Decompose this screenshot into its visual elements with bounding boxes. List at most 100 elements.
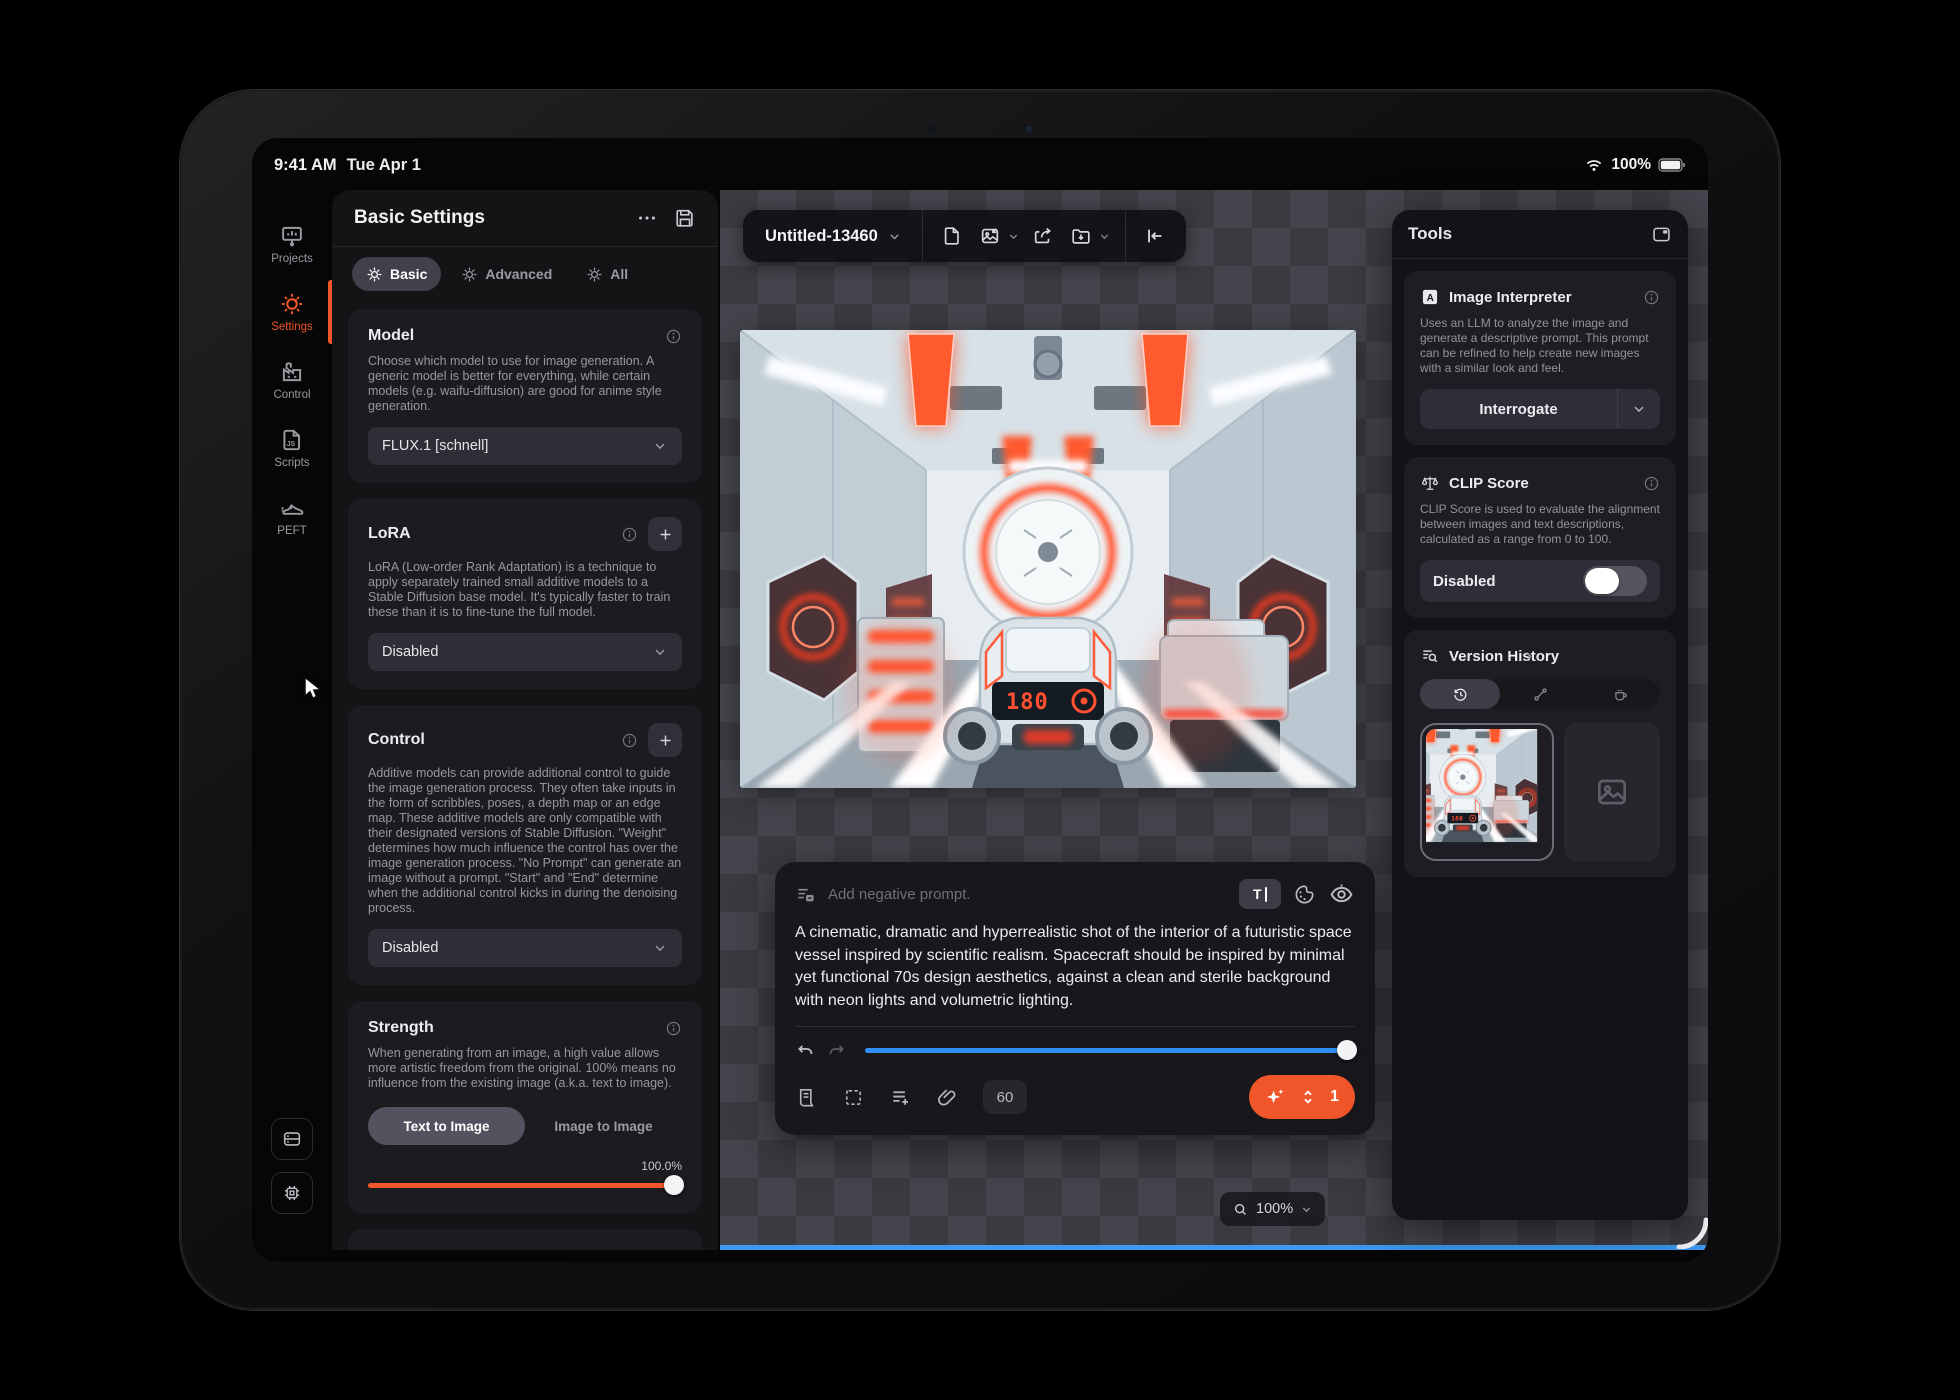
tab-all[interactable]: All [572, 257, 642, 291]
lora-title: LoRA [368, 525, 611, 543]
coffee-tab[interactable] [1580, 679, 1660, 709]
device-compute-button[interactable] [271, 1172, 313, 1214]
more-options-button[interactable] [636, 207, 658, 229]
vision-preview-button[interactable] [1328, 881, 1355, 908]
generated-image[interactable] [740, 330, 1356, 788]
version-history-expand-button[interactable] [1521, 649, 1536, 664]
document-title-menu[interactable]: Untitled-13460 [757, 227, 910, 246]
model-title: Model [368, 327, 655, 345]
share-button[interactable] [1026, 219, 1060, 253]
sidebar-item-settings[interactable]: Settings [252, 284, 332, 340]
collapse-panel-button[interactable] [1138, 219, 1172, 253]
save-menu-chevron[interactable] [1098, 230, 1111, 243]
info-icon [665, 1020, 682, 1037]
new-document-button[interactable] [935, 219, 969, 253]
redo-icon [826, 1040, 847, 1061]
undo-button[interactable] [795, 1040, 816, 1061]
settings-scroll-area[interactable]: Model Choose which model to use for imag… [332, 305, 718, 1250]
attach-button[interactable] [936, 1086, 959, 1109]
chip-icon [281, 1182, 303, 1204]
magnifier-icon [1232, 1201, 1249, 1218]
batch-stepper-icon[interactable] [1298, 1087, 1318, 1107]
sidebar-item-scripts[interactable]: Scripts [252, 420, 332, 476]
guidance-slider-thumb[interactable] [1337, 1040, 1357, 1060]
negative-prompt-input[interactable]: Add negative prompt. [828, 886, 1227, 903]
mode-text-to-image[interactable]: Text to Image [368, 1107, 525, 1145]
control-factory-icon [279, 359, 305, 385]
chevron-down-icon [887, 229, 902, 244]
lora-dropdown[interactable]: Disabled [368, 633, 682, 671]
next-settings-card-clipped [348, 1229, 702, 1250]
folder-download-icon [1070, 225, 1092, 247]
canvas-selection-button[interactable] [842, 1086, 865, 1109]
tab-advanced[interactable]: Advanced [447, 257, 566, 291]
control-info-button[interactable] [621, 732, 638, 749]
save-to-files-button[interactable] [1064, 219, 1098, 253]
new-document-icon [941, 225, 963, 247]
add-to-queue-button[interactable] [889, 1086, 912, 1109]
clip-score-toggle[interactable] [1583, 566, 1647, 596]
version-history-card: Version History [1404, 630, 1676, 877]
strength-slider-thumb[interactable] [664, 1175, 684, 1195]
clip-score-info-button[interactable] [1643, 475, 1660, 492]
mode-image-to-image[interactable]: Image to Image [525, 1107, 682, 1145]
steps-value-field[interactable]: 60 [983, 1080, 1027, 1114]
basic-settings-panel: Basic Settings Basic [332, 190, 718, 1250]
machine-settings-button[interactable] [271, 1118, 313, 1160]
generation-progress-bar [720, 1245, 1708, 1250]
ti-glyph: T [1253, 886, 1262, 902]
version-history-icon [1420, 646, 1440, 666]
strength-info-button[interactable] [665, 1020, 682, 1037]
image-interpreter-description: Uses an LLM to analyze the image and gen… [1420, 316, 1660, 376]
image-import-menu-chevron[interactable] [1007, 230, 1020, 243]
redo-button[interactable] [826, 1040, 847, 1061]
settings-gear-icon [279, 291, 305, 317]
info-icon [1643, 289, 1660, 306]
save-settings-button[interactable] [674, 207, 696, 229]
history-tab[interactable] [1420, 679, 1500, 709]
version-thumbnail-empty[interactable] [1564, 723, 1660, 861]
model-info-button[interactable] [665, 328, 682, 345]
generate-button[interactable]: 1 [1249, 1075, 1355, 1119]
settings-header: Basic Settings [332, 190, 718, 246]
interrogate-button[interactable]: Interrogate [1420, 389, 1617, 429]
lora-info-button[interactable] [621, 526, 638, 543]
zoom-control[interactable]: 100% [1220, 1192, 1325, 1226]
ocr-a-icon [1420, 287, 1440, 307]
branches-tab[interactable] [1500, 679, 1580, 709]
collapse-left-icon [1144, 225, 1166, 247]
toggle-tools-panel-button[interactable] [1651, 224, 1672, 245]
divider [1392, 258, 1688, 259]
style-palette-button[interactable] [1293, 883, 1316, 906]
sidebar-item-projects[interactable]: Projects [252, 216, 332, 272]
strength-slider[interactable] [368, 1175, 682, 1195]
model-dropdown[interactable]: FLUX.1 [schnell] [368, 427, 682, 465]
info-icon [621, 526, 638, 543]
version-thumbnail-selected[interactable] [1420, 723, 1554, 861]
add-control-button[interactable] [648, 723, 682, 757]
prompt-history-button[interactable] [795, 1086, 818, 1109]
text-token-button[interactable]: T [1239, 879, 1281, 909]
share-icon [1032, 225, 1054, 247]
toolbar-divider [1125, 210, 1126, 262]
image-interpreter-info-button[interactable] [1643, 289, 1660, 306]
add-lora-button[interactable] [648, 517, 682, 551]
import-image-button[interactable] [973, 219, 1007, 253]
tab-basic[interactable]: Basic [352, 257, 441, 291]
sidebar-item-control[interactable]: Control [252, 352, 332, 408]
mouse-cursor [303, 676, 325, 701]
interrogate-menu-button[interactable] [1618, 389, 1660, 429]
sidebar-item-peft[interactable]: PEFT [252, 488, 332, 544]
strength-title: Strength [368, 1019, 655, 1037]
ti-cursor-bar [1265, 887, 1268, 902]
undo-icon [795, 1040, 816, 1061]
document-toolbar: Untitled-13460 [743, 210, 1186, 262]
status-bar: 9:41 AM Tue Apr 1 100% [252, 152, 1708, 178]
panel-toggle-icon [1651, 224, 1672, 245]
prompt-text-input[interactable]: A cinematic, dramatic and hyperrealistic… [795, 922, 1355, 1012]
ipad-device-frame: 9:41 AM Tue Apr 1 100% Projects [180, 90, 1780, 1310]
model-card: Model Choose which model to use for imag… [348, 309, 702, 483]
chevron-down-icon [652, 940, 668, 956]
guidance-slider[interactable] [865, 1040, 1355, 1060]
control-dropdown[interactable]: Disabled [368, 929, 682, 967]
